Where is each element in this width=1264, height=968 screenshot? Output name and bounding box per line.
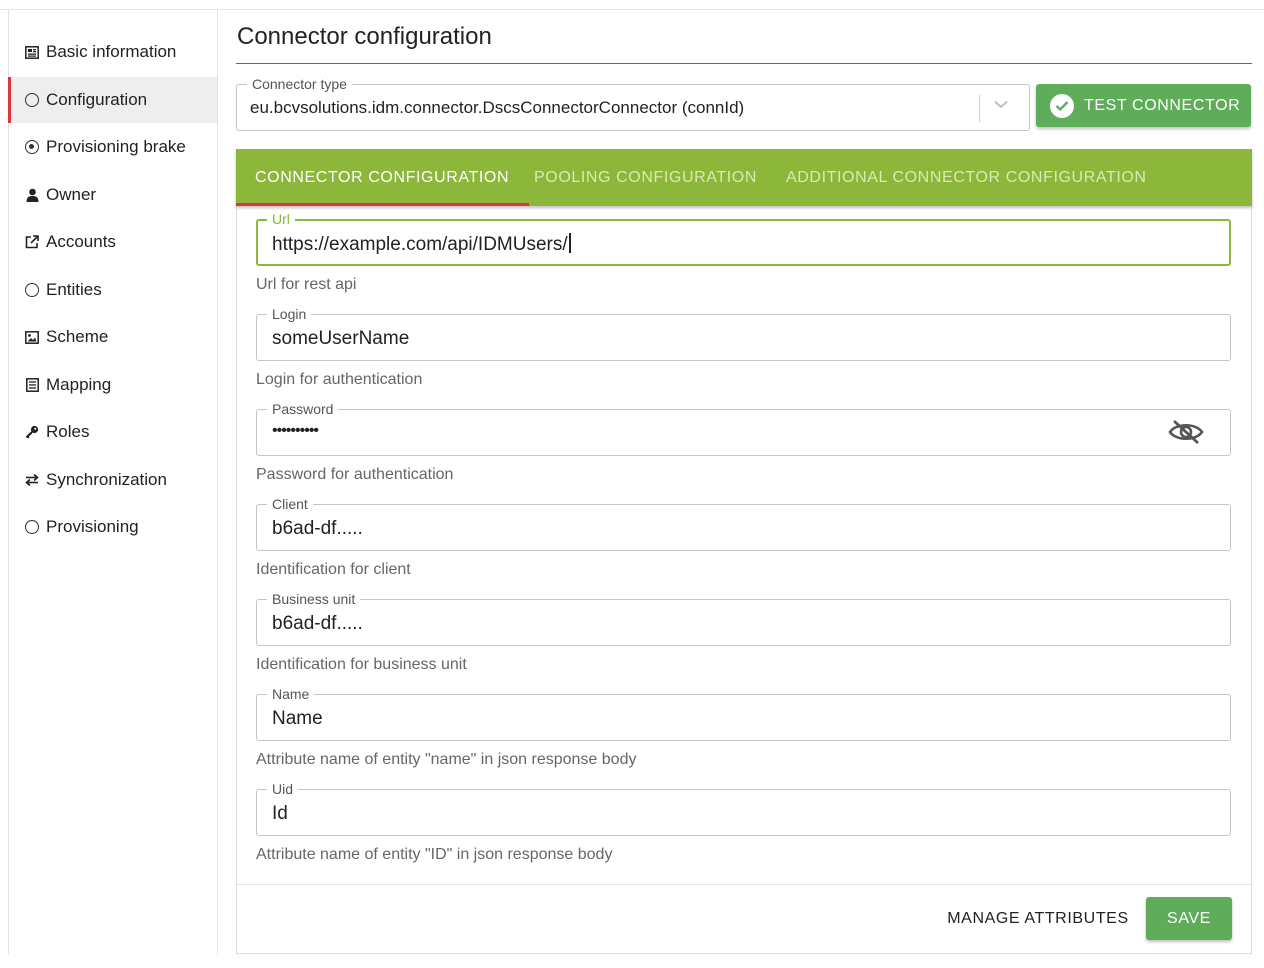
select-separator bbox=[979, 95, 980, 122]
check-circle-icon bbox=[1050, 93, 1074, 118]
sidebar-item-provisioning-brake[interactable]: Provisioning brake bbox=[9, 124, 217, 170]
sidebar-item-label: Synchronization bbox=[46, 470, 167, 489]
key-icon bbox=[24, 424, 40, 440]
login-field[interactable]: Login someUserName bbox=[256, 306, 1231, 361]
circle-outline-icon bbox=[24, 282, 40, 298]
sidebar-item-label: Owner bbox=[46, 185, 97, 204]
sidebar-item-label: Scheme bbox=[46, 327, 109, 346]
test-connector-label: TEST CONNECTOR bbox=[1084, 96, 1241, 114]
connector-type-select[interactable]: Connector type eu.bcvsolutions.idm.conne… bbox=[236, 76, 1030, 131]
name-field[interactable]: Name Name bbox=[256, 686, 1231, 741]
sidebar-item-basic-information[interactable]: Basic information bbox=[9, 29, 217, 75]
text-caret bbox=[568, 233, 571, 253]
sidebar: Basic information Configuration Provisio… bbox=[8, 10, 218, 955]
circle-outline-icon bbox=[24, 92, 40, 108]
business-unit-value: b6ad-df..... bbox=[272, 613, 363, 634]
tab-pooling-configuration[interactable]: POOLING CONFIGURATION bbox=[534, 149, 757, 206]
exchange-icon bbox=[24, 472, 40, 488]
url-help-text: Url for rest api bbox=[256, 276, 357, 293]
sidebar-item-provisioning[interactable]: Provisioning bbox=[9, 504, 217, 550]
circle-outline-icon bbox=[24, 519, 40, 535]
title-underline bbox=[236, 63, 1252, 64]
sidebar-item-label: Accounts bbox=[46, 232, 116, 251]
uid-help-text: Attribute name of entity "ID" in json re… bbox=[256, 846, 613, 863]
tab-connector-configuration[interactable]: CONNECTOR CONFIGURATION bbox=[235, 149, 530, 206]
sidebar-item-synchronization[interactable]: Synchronization bbox=[9, 457, 217, 503]
sidebar-item-label: Basic information bbox=[46, 42, 177, 61]
url-label: Url bbox=[267, 211, 295, 227]
page-title: Connector configuration bbox=[237, 23, 492, 50]
sidebar-item-configuration[interactable]: Configuration bbox=[8, 77, 217, 123]
test-connector-button[interactable]: TEST CONNECTOR bbox=[1036, 84, 1251, 127]
list-alt-icon bbox=[24, 377, 40, 393]
login-value: someUserName bbox=[272, 328, 410, 349]
image-icon bbox=[24, 329, 40, 345]
name-label: Name bbox=[267, 686, 315, 702]
sidebar-item-owner[interactable]: Owner bbox=[9, 172, 217, 218]
sidebar-item-label: Configuration bbox=[46, 90, 148, 109]
manage-attributes-button[interactable]: MANAGE ATTRIBUTES bbox=[940, 898, 1136, 940]
password-label: Password bbox=[267, 401, 339, 417]
chevron-down-icon[interactable] bbox=[993, 96, 1009, 112]
sidebar-item-entities[interactable]: Entities bbox=[9, 267, 217, 313]
sidebar-item-label: Roles bbox=[46, 422, 90, 441]
login-label: Login bbox=[267, 306, 312, 322]
sidebar-item-roles[interactable]: Roles bbox=[9, 409, 217, 455]
uid-field[interactable]: Uid Id bbox=[256, 781, 1231, 836]
name-help-text: Attribute name of entity "name" in json … bbox=[256, 751, 637, 768]
newspaper-icon bbox=[24, 44, 40, 60]
name-value: Name bbox=[272, 708, 323, 729]
client-label: Client bbox=[267, 496, 313, 512]
tab-additional-connector-configuration[interactable]: ADDITIONAL CONNECTOR CONFIGURATION bbox=[786, 149, 1147, 206]
sidebar-item-scheme[interactable]: Scheme bbox=[9, 314, 217, 360]
business-unit-help-text: Identification for business unit bbox=[256, 656, 467, 673]
client-field[interactable]: Client b6ad-df..... bbox=[256, 496, 1231, 551]
footer-divider bbox=[237, 884, 1251, 885]
client-help-text: Identification for client bbox=[256, 561, 411, 578]
sidebar-item-accounts[interactable]: Accounts bbox=[9, 219, 217, 265]
sidebar-item-label: Provisioning bbox=[46, 517, 139, 536]
client-value: b6ad-df..... bbox=[272, 518, 363, 539]
business-unit-label: Business unit bbox=[267, 591, 361, 607]
connector-type-label: Connector type bbox=[247, 76, 352, 92]
password-field[interactable]: Password •••••••••• bbox=[256, 401, 1231, 456]
uid-value: Id bbox=[272, 803, 288, 824]
url-value: https://example.com/api/IDMUsers/ bbox=[272, 233, 571, 256]
tab-bar: CONNECTOR CONFIGURATION POOLING CONFIGUR… bbox=[235, 149, 1252, 206]
login-help-text: Login for authentication bbox=[256, 371, 423, 388]
save-button[interactable]: SAVE bbox=[1146, 897, 1232, 940]
sidebar-item-mapping[interactable]: Mapping bbox=[9, 362, 217, 408]
business-unit-field[interactable]: Business unit b6ad-df..... bbox=[256, 591, 1231, 646]
url-field[interactable]: Url https://example.com/api/IDMUsers/ bbox=[256, 211, 1231, 266]
external-link-icon bbox=[24, 234, 40, 250]
sidebar-item-label: Entities bbox=[46, 280, 102, 299]
eye-slash-icon[interactable] bbox=[1168, 418, 1204, 446]
sidebar-item-label: Mapping bbox=[46, 375, 112, 394]
connector-type-value: eu.bcvsolutions.idm.connector.DscsConnec… bbox=[250, 98, 745, 117]
uid-label: Uid bbox=[267, 781, 299, 797]
dot-circle-icon bbox=[24, 139, 40, 155]
user-icon bbox=[24, 187, 40, 203]
sidebar-item-label: Provisioning brake bbox=[46, 137, 186, 156]
password-value: •••••••••• bbox=[272, 422, 319, 439]
password-help-text: Password for authentication bbox=[256, 466, 454, 483]
